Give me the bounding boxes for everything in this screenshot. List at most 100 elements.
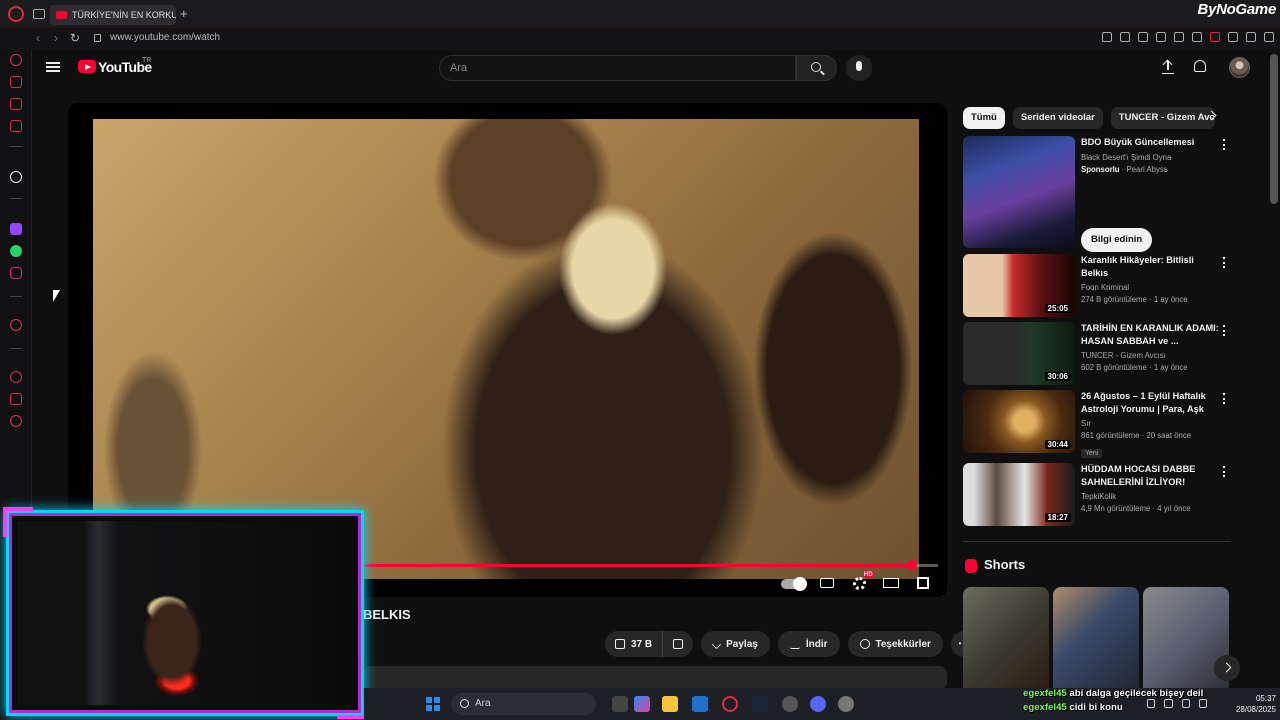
settings-gear-icon[interactable] bbox=[853, 577, 866, 590]
reload-icon[interactable]: ↻ bbox=[70, 31, 80, 45]
share-icon bbox=[711, 639, 722, 649]
obs-icon[interactable] bbox=[782, 696, 798, 712]
vpn-icon[interactable] bbox=[1156, 32, 1166, 42]
tab-islands-icon[interactable] bbox=[33, 9, 45, 19]
voice-search-button[interactable] bbox=[846, 55, 872, 81]
description-box[interactable] bbox=[363, 666, 947, 690]
rec-title[interactable]: BDO Büyük Güncellemesi bbox=[1081, 136, 1219, 149]
new-tab-icon[interactable]: + bbox=[180, 7, 188, 21]
video-thumbnail[interactable]: 18:27 bbox=[963, 463, 1075, 526]
learn-more-button[interactable]: Bilgi edinin bbox=[1081, 228, 1153, 252]
list-item[interactable]: 25:05 Karanlık Hikâyeler: Bitlisli Belkı… bbox=[963, 254, 1233, 317]
rec-channel[interactable]: Sır bbox=[1081, 418, 1219, 430]
history-icon[interactable] bbox=[10, 371, 22, 383]
youtube-logo-icon[interactable] bbox=[78, 60, 96, 73]
steam-icon[interactable] bbox=[752, 696, 768, 712]
share-button[interactable]: Paylaş bbox=[701, 631, 770, 657]
video-thumbnail[interactable]: 30:06 bbox=[963, 322, 1075, 385]
aria-icon[interactable] bbox=[10, 54, 22, 66]
rec-channel[interactable]: Foon Kriminal bbox=[1081, 282, 1219, 294]
forward-icon[interactable]: › bbox=[54, 31, 58, 45]
avatar[interactable] bbox=[1229, 57, 1250, 78]
kebab-menu-icon[interactable] bbox=[1223, 393, 1226, 404]
list-item[interactable]: 18:27 HÜDDAM HOCASI DABBE SAHNELERİNİ İZ… bbox=[963, 463, 1233, 526]
outlook-icon[interactable] bbox=[692, 696, 708, 712]
url-field[interactable]: www.youtube.com/watch bbox=[110, 32, 220, 43]
task-view-icon[interactable] bbox=[612, 696, 628, 712]
copilot-icon[interactable] bbox=[634, 696, 650, 712]
download-button[interactable]: İndir bbox=[777, 631, 840, 657]
kebab-menu-icon[interactable] bbox=[1223, 325, 1226, 336]
extensions-icon[interactable] bbox=[10, 393, 22, 405]
shorts-next-button[interactable] bbox=[1214, 655, 1240, 681]
opera-logo-icon[interactable] bbox=[8, 6, 24, 22]
ad-thumbnail[interactable] bbox=[963, 136, 1075, 248]
aria-ai-icon[interactable] bbox=[10, 171, 22, 183]
instagram-icon[interactable] bbox=[10, 267, 22, 279]
notifications-bell-icon[interactable] bbox=[1194, 60, 1206, 72]
settings-app-icon[interactable] bbox=[838, 696, 854, 712]
list-item[interactable]: 30:44 26 Ağustos – 1 Eylül Haftalık Astr… bbox=[963, 390, 1233, 458]
start-menu-icon[interactable] bbox=[426, 697, 440, 711]
chip-channel[interactable]: TUNCER - Gizem Avcı bbox=[1110, 107, 1215, 129]
short-card[interactable] bbox=[1053, 587, 1139, 697]
rec-title[interactable]: Karanlık Hikâyeler: Bitlisli Belkıs bbox=[1081, 254, 1219, 280]
search-input[interactable]: Ara bbox=[439, 55, 796, 81]
short-card[interactable] bbox=[963, 587, 1049, 697]
rec-channel[interactable]: TepkiKolik bbox=[1081, 491, 1219, 503]
like-button[interactable]: 37 B bbox=[605, 631, 664, 657]
thanks-button[interactable]: Teşekkürler bbox=[847, 631, 943, 657]
list-item[interactable]: 30:06 TARİHİN EN KARANLIK ADAMI: HASAN S… bbox=[963, 322, 1233, 385]
like-dislike-group: 37 B bbox=[605, 631, 694, 657]
list-item[interactable]: BDO Büyük Güncellemesi Black Desert'ı Şi… bbox=[963, 136, 1233, 252]
dislike-button[interactable] bbox=[663, 631, 693, 657]
page-scrollbar[interactable] bbox=[1270, 54, 1278, 204]
autoplay-toggle[interactable] bbox=[781, 577, 807, 591]
snapshot-icon[interactable] bbox=[1120, 32, 1130, 42]
chip-series[interactable]: Seriden videolar bbox=[1012, 107, 1103, 129]
rec-title[interactable]: 26 Ağustos – 1 Eylül Haftalık Astroloji … bbox=[1081, 390, 1219, 416]
video-thumbnail[interactable]: 30:44 bbox=[963, 390, 1075, 453]
file-explorer-icon[interactable] bbox=[662, 696, 678, 712]
hamburger-menu-icon[interactable] bbox=[46, 62, 60, 72]
heart-icon[interactable] bbox=[1192, 32, 1202, 42]
whatsapp-icon[interactable] bbox=[10, 245, 22, 257]
opera-gx-taskbar-icon[interactable] bbox=[722, 696, 738, 712]
twitch-icon[interactable] bbox=[10, 223, 22, 235]
back-icon[interactable]: ‹ bbox=[36, 31, 40, 45]
gx-control-icon[interactable] bbox=[10, 76, 22, 88]
rec-channel[interactable]: TUNCER - Gizem Avcısı bbox=[1081, 350, 1219, 362]
clock-time: 05:37 bbox=[1255, 694, 1276, 703]
settings-icon[interactable] bbox=[10, 415, 22, 427]
taskbar-clock[interactable]: 05:37 28/08/2025 bbox=[1236, 693, 1276, 715]
address-bar: ‹ › ↻ www.youtube.com/watch bbox=[0, 28, 1280, 50]
discord-icon[interactable] bbox=[810, 696, 826, 712]
pin-icon[interactable] bbox=[1102, 32, 1112, 42]
gx-corner-icon[interactable] bbox=[10, 98, 22, 110]
player-icon[interactable] bbox=[1174, 32, 1184, 42]
player-sidebar-icon[interactable] bbox=[10, 319, 22, 331]
kebab-menu-icon[interactable] bbox=[1223, 139, 1226, 150]
short-card[interactable] bbox=[1143, 587, 1229, 697]
progress-scrubber[interactable] bbox=[906, 560, 917, 570]
subtitles-icon[interactable] bbox=[820, 578, 834, 588]
account-icon[interactable] bbox=[1228, 32, 1238, 42]
search-button[interactable] bbox=[796, 55, 837, 81]
adblock-icon[interactable] bbox=[1138, 32, 1148, 42]
upload-icon[interactable] bbox=[1162, 60, 1174, 74]
kebab-menu-icon[interactable] bbox=[1223, 257, 1226, 268]
fullscreen-icon[interactable] bbox=[917, 577, 929, 589]
menu-icon[interactable] bbox=[1264, 32, 1274, 42]
theater-mode-icon[interactable] bbox=[883, 578, 899, 588]
browser-tab[interactable]: TÜRKİYE'NİN EN KORKUN bbox=[50, 5, 176, 25]
kebab-menu-icon[interactable] bbox=[1223, 466, 1226, 477]
rec-title[interactable]: TARİHİN EN KARANLIK ADAMI: HASAN SABBAH … bbox=[1081, 322, 1219, 348]
youtube-favicon-icon bbox=[56, 11, 67, 19]
download-icon[interactable] bbox=[1246, 32, 1256, 42]
progress-bar[interactable] bbox=[358, 560, 938, 570]
cleaner-icon[interactable] bbox=[10, 120, 22, 132]
taskbar-search[interactable]: Ara bbox=[451, 693, 596, 715]
chip-all[interactable]: Tümü bbox=[963, 107, 1005, 129]
rec-title[interactable]: HÜDDAM HOCASI DABBE SAHNELERİNİ İZLİYOR! bbox=[1081, 463, 1219, 489]
video-thumbnail[interactable]: 25:05 bbox=[963, 254, 1075, 317]
